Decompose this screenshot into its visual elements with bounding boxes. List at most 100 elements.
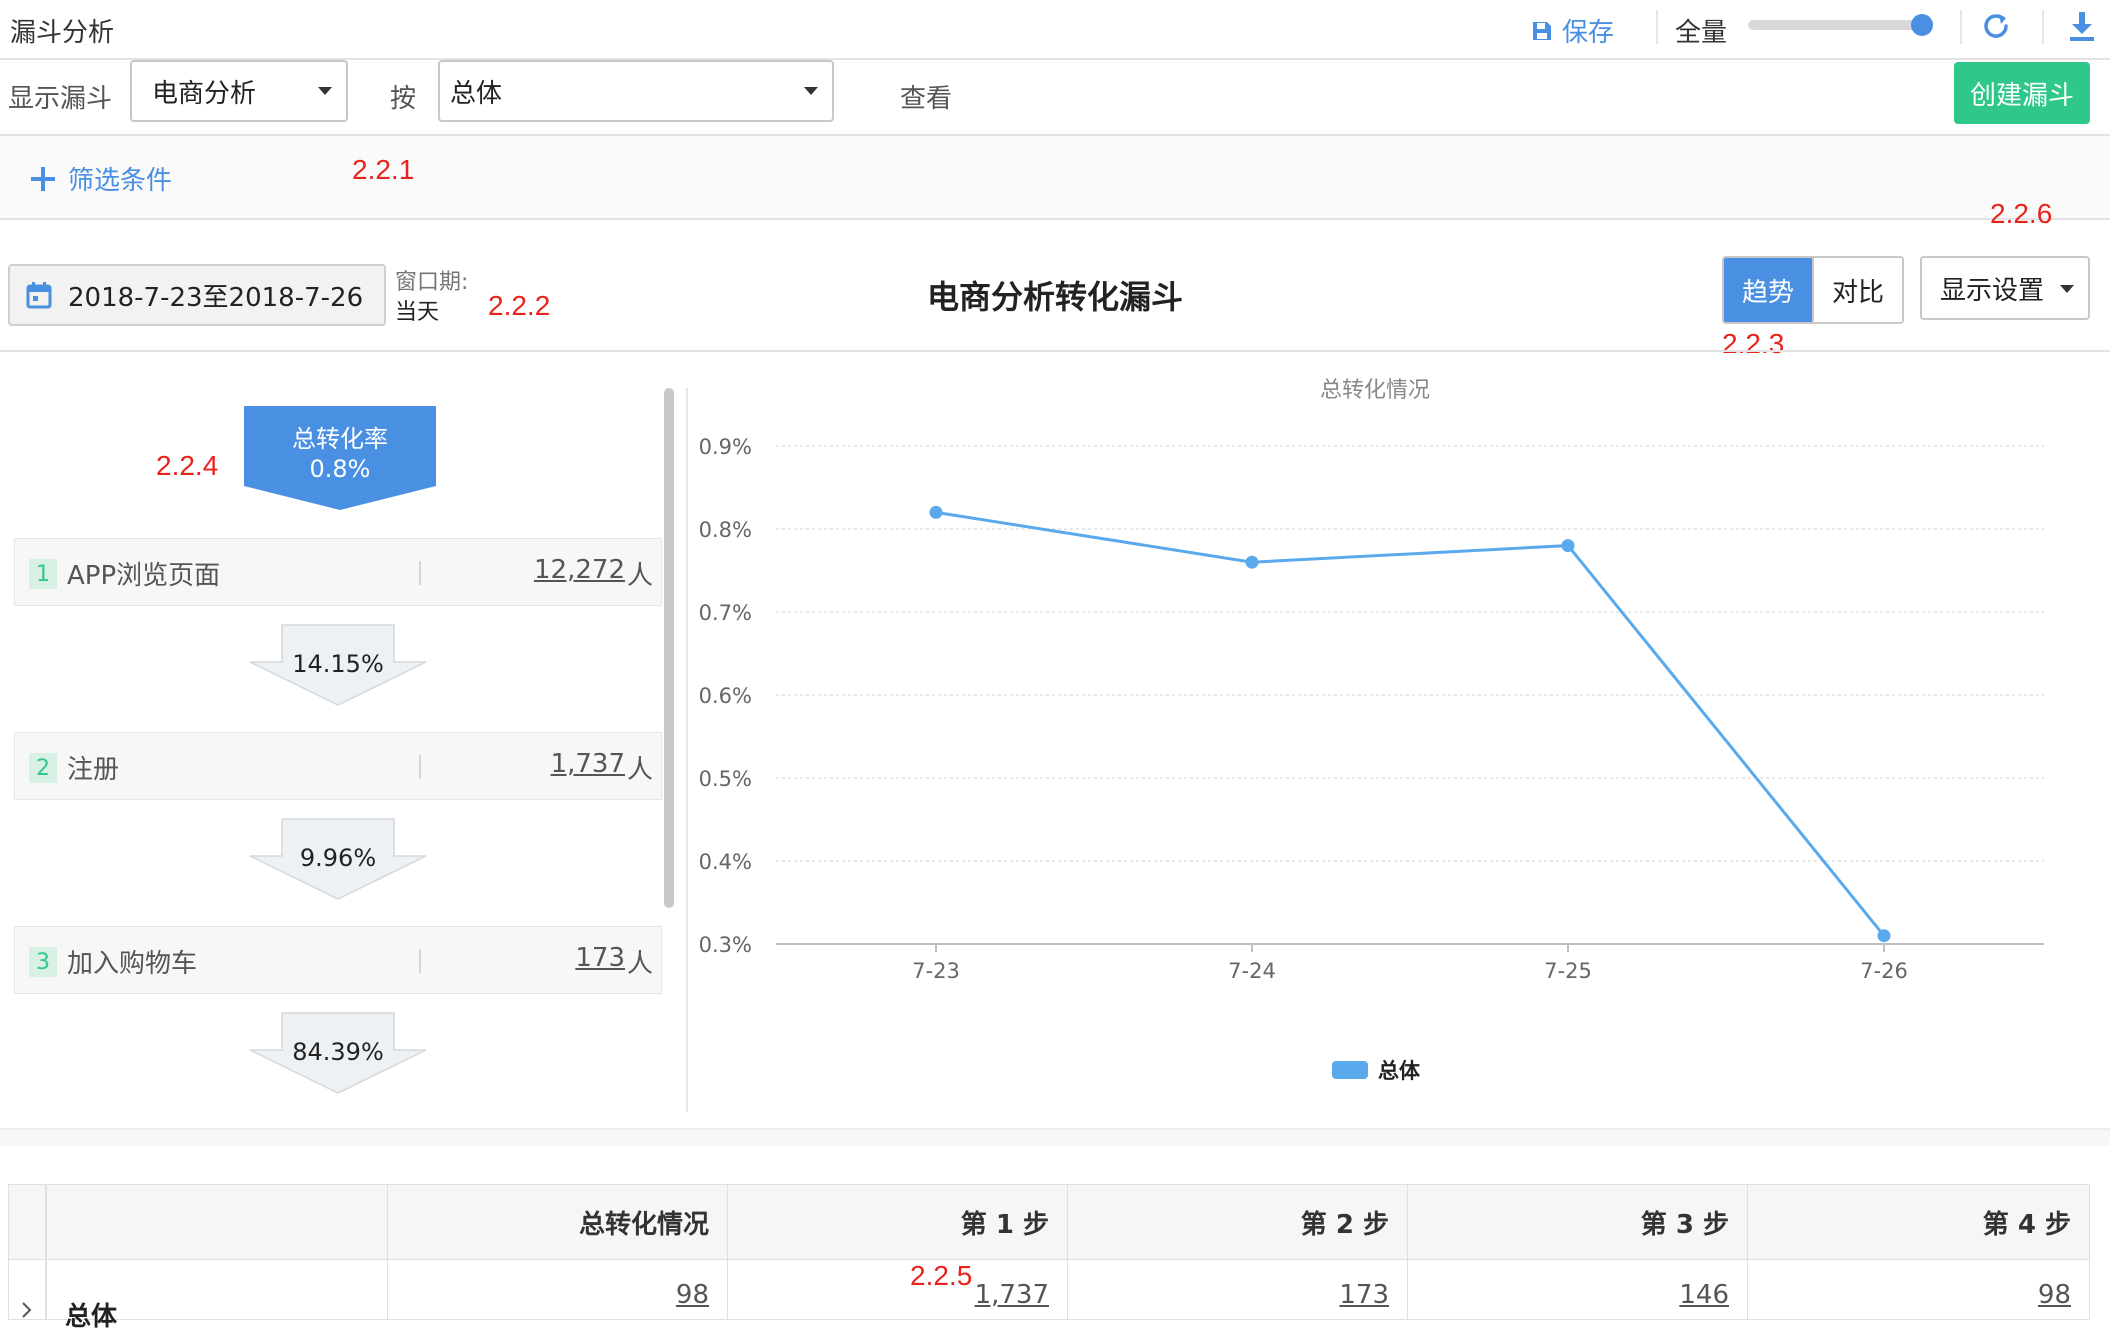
add-filter-label: 筛选条件 xyxy=(68,166,173,196)
download-button[interactable] xyxy=(2068,10,2096,46)
table-cell-link[interactable]: 173 xyxy=(1067,1260,1408,1320)
chart-legend[interactable]: 总体 xyxy=(1332,1059,1421,1083)
display-settings-label: 显示设置 xyxy=(1940,275,2045,306)
plus-icon xyxy=(31,166,55,191)
data-point[interactable] xyxy=(1245,555,1259,569)
step-unit: 人 xyxy=(626,561,653,591)
annotation-label: 2.2.4 xyxy=(156,450,219,481)
annotation-label: 2.2.6 xyxy=(1990,198,2053,229)
divider xyxy=(0,350,2110,352)
step-count-link[interactable]: 12,272 xyxy=(534,555,625,585)
divider xyxy=(0,134,2110,136)
data-point[interactable] xyxy=(1561,539,1575,553)
tab-trend[interactable]: 趋势 xyxy=(1724,258,1812,322)
divider xyxy=(419,949,421,973)
total-rate-text: 总转化率 0.8% xyxy=(244,424,436,484)
divider xyxy=(0,218,2110,220)
step-name: 加入购物车 xyxy=(67,949,198,979)
annotation-label: 2.2.5 xyxy=(910,1260,973,1291)
refresh-button[interactable] xyxy=(1980,10,2012,46)
y-tick-label: 0.5% xyxy=(699,767,752,791)
step-number: 3 xyxy=(29,947,57,977)
y-tick-label: 0.6% xyxy=(699,684,752,708)
funnel-select[interactable]: 电商分析 xyxy=(130,60,348,122)
add-filter-button[interactable]: 筛选条件 xyxy=(30,160,172,197)
divider xyxy=(419,561,421,585)
scope-slider-track[interactable] xyxy=(1748,20,1923,30)
divider xyxy=(419,755,421,779)
conversion-rate: 84.39% xyxy=(292,1038,384,1066)
annotation-label: 2.2.3 xyxy=(1722,328,1785,359)
step-unit: 人 xyxy=(626,755,653,785)
view-button[interactable]: 查看 xyxy=(900,78,952,115)
chart-series xyxy=(929,505,1891,943)
view-mode-tabs: 趋势 对比 xyxy=(1722,256,1904,324)
table-header-expand xyxy=(8,1184,46,1260)
step-unit: 人 xyxy=(626,949,653,979)
refresh-icon xyxy=(1984,14,2008,38)
chevron-down-icon xyxy=(804,87,818,95)
group-by-value: 总体 xyxy=(450,78,503,109)
save-icon xyxy=(1533,21,1551,40)
save-label: 保存 xyxy=(1562,18,1615,48)
step-name: APP浏览页面 xyxy=(67,561,221,591)
scope-slider-handle[interactable] xyxy=(1911,14,1933,36)
chevron-down-icon xyxy=(2060,285,2074,293)
total-rate-value: 0.8% xyxy=(309,455,371,483)
display-settings-button[interactable]: 显示设置 xyxy=(1920,256,2090,320)
divider xyxy=(686,388,688,1112)
y-tick-label: 0.9% xyxy=(699,435,752,459)
table-cell-link[interactable]: 146 xyxy=(1407,1260,1748,1320)
chart-grid xyxy=(776,445,2044,945)
tab-compare[interactable]: 对比 xyxy=(1812,258,1902,322)
legend-label[interactable]: 总体 xyxy=(1378,1059,1421,1083)
step-count-link[interactable]: 173 xyxy=(575,943,625,973)
table-header: 第 2 步 xyxy=(1067,1184,1408,1260)
data-point[interactable] xyxy=(929,505,943,519)
x-tick-label: 7-24 xyxy=(1228,959,1276,983)
y-tick-label: 0.8% xyxy=(699,518,752,542)
by-label: 按 xyxy=(390,84,417,114)
table-cell-link[interactable]: 1,737 xyxy=(727,1260,1068,1320)
section-gap xyxy=(0,1130,2110,1146)
y-axis-ticks: 0.9% 0.8% 0.7% 0.6% 0.5% 0.4% 0.3% xyxy=(699,435,752,957)
create-funnel-button[interactable]: 创建漏斗 xyxy=(1954,62,2090,124)
data-point[interactable] xyxy=(1877,929,1891,943)
x-tick-label: 7-25 xyxy=(1544,959,1592,983)
series-line xyxy=(935,510,1886,937)
chevron-right-icon xyxy=(22,1301,32,1318)
save-button[interactable]: 保存 xyxy=(1530,12,1614,49)
funnel-step[interactable]: 1 APP浏览页面 12,272 人 xyxy=(14,538,662,606)
step-number: 2 xyxy=(29,753,57,783)
toolbar-divider xyxy=(1960,10,1962,44)
expand-row-button[interactable] xyxy=(8,1260,46,1320)
table-header: 第 3 步 xyxy=(1407,1184,1748,1260)
conversion-rate: 14.15% xyxy=(292,650,384,678)
funnel-step[interactable]: 2 注册 1,737 人 xyxy=(14,732,662,800)
table-cell-link[interactable]: 98 xyxy=(387,1260,728,1320)
table-header: 总转化情况 xyxy=(387,1184,728,1260)
total-rate-label: 总转化率 xyxy=(292,425,388,453)
funnel-step[interactable]: 3 加入购物车 173 人 xyxy=(14,926,662,994)
x-axis-ticks: 7-23 7-24 7-25 7-26 xyxy=(912,944,1908,983)
funnel-scrollbar[interactable] xyxy=(664,388,674,908)
table-header: 第 4 步 xyxy=(1747,1184,2090,1260)
group-by-select[interactable]: 总体 xyxy=(438,60,834,122)
table-cell-link[interactable]: 98 xyxy=(1747,1260,2090,1320)
show-funnel-label: 显示漏斗 xyxy=(8,84,113,114)
page-title: 漏斗分析 xyxy=(10,18,115,48)
scope-label: 全量 xyxy=(1675,18,1728,48)
chevron-down-icon xyxy=(318,87,332,95)
y-tick-label: 0.7% xyxy=(699,601,752,625)
annotation-label: 2.2.1 xyxy=(352,154,415,185)
table-row-label: 总体 xyxy=(46,1260,388,1332)
table-header: 第 1 步 xyxy=(727,1184,1068,1260)
filter-bar xyxy=(0,136,2110,220)
trend-chart: 0.9%0.8%0.7%0.6%0.5%0.4%0.3% 7-23 7-24 7-2… xyxy=(699,435,2044,1083)
download-icon xyxy=(2070,12,2094,41)
step-count-link[interactable]: 1,737 xyxy=(551,749,625,779)
x-tick-label: 7-23 xyxy=(912,959,960,983)
step-number: 1 xyxy=(29,559,57,589)
legend-swatch[interactable] xyxy=(1332,1061,1368,1079)
funnel-select-value: 电商分析 xyxy=(152,78,257,109)
